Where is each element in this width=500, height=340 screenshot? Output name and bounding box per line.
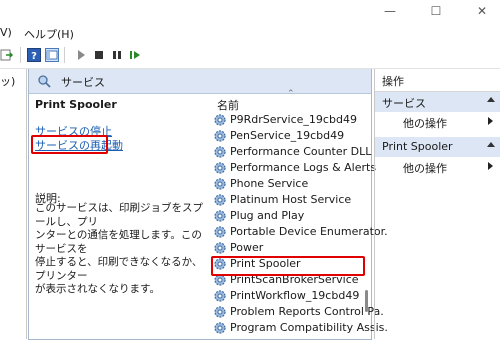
service-row[interactable]: PenService_19cbd49: [211, 128, 371, 144]
search-gear-icon: [38, 75, 51, 88]
actions-section-label: サービス: [382, 97, 426, 110]
service-gear-icon: [213, 289, 227, 303]
more-actions-label: 他の操作: [403, 162, 447, 175]
services-pane: サービス Print Spooler サービスの停止 サービスの再起動 説明: …: [28, 69, 388, 340]
toolbar-separator: [20, 47, 21, 63]
service-row[interactable]: Problem Reports Control Pa.: [211, 304, 384, 320]
print-spooler-highlight: [211, 256, 365, 276]
maximize-icon[interactable]: ☐: [426, 3, 446, 19]
service-name: Plug and Play: [230, 209, 305, 222]
description-line: このサービスは、印刷ジョブをスプールし、プリ: [35, 202, 203, 228]
service-gear-icon: [213, 129, 227, 143]
menu-view[interactable]: V): [0, 26, 12, 39]
toolbar: ?: [0, 42, 500, 69]
service-name: P9RdrService_19cbd49: [230, 113, 357, 126]
service-name: Problem Reports Control Pa.: [230, 305, 384, 318]
column-header-label: 名前: [217, 99, 239, 112]
service-gear-icon: [213, 209, 227, 223]
collapse-icon[interactable]: [487, 97, 495, 102]
selected-service-name: Print Spooler: [35, 98, 117, 111]
services-header-title: サービス: [61, 76, 105, 89]
service-row[interactable]: Program Compatibility Assis.: [211, 320, 388, 336]
svg-text:?: ?: [31, 51, 37, 62]
scrollbar-thumb[interactable]: [365, 290, 368, 312]
sort-ascending-icon: ⌃: [287, 89, 295, 99]
description-line: 停止すると、印刷できなくなるか、プリンター: [35, 256, 203, 282]
pause-service-icon[interactable]: [110, 48, 124, 62]
service-detail-panel: Print Spooler サービスの停止 サービスの再起動 説明: このサービ…: [29, 94, 209, 339]
column-header-name[interactable]: ⌃ 名前: [211, 89, 371, 112]
start-service-icon[interactable]: [74, 48, 88, 62]
service-gear-icon: [213, 145, 227, 159]
actions-section-label: Print Spooler: [382, 140, 453, 153]
stop-service-icon[interactable]: [92, 48, 106, 62]
service-row[interactable]: Power: [211, 240, 371, 256]
actions-pane: 操作 サービス 他の操作 Print Spooler 他の操作: [374, 69, 500, 339]
submenu-arrow-icon: [488, 117, 493, 125]
service-row[interactable]: Phone Service: [211, 176, 371, 192]
service-row[interactable]: P9RdrService_19cbd49: [211, 112, 371, 128]
console-tree-item[interactable]: ッ): [0, 73, 15, 89]
restart-service-icon[interactable]: [128, 48, 142, 62]
toolbar-separator: [64, 47, 65, 63]
actions-section-print-spooler[interactable]: Print Spooler: [375, 137, 500, 157]
service-list: ⌃ 名前 P9RdrService_19cbd49 PenService_19cb…: [211, 89, 388, 339]
service-name: PenService_19cbd49: [230, 129, 345, 142]
show-console-tree-icon[interactable]: [45, 48, 59, 62]
close-icon[interactable]: ✕: [472, 3, 492, 19]
service-name: Platinum Host Service: [230, 193, 352, 206]
actions-title-label: 操作: [382, 75, 404, 88]
actions-section-services[interactable]: サービス: [375, 92, 500, 112]
service-row[interactable]: Portable Device Enumerator.: [211, 224, 388, 240]
service-gear-icon: [213, 177, 227, 191]
help-icon[interactable]: ?: [27, 48, 41, 62]
submenu-arrow-icon: [488, 162, 493, 170]
service-gear-icon: [213, 305, 227, 319]
more-actions-item[interactable]: 他の操作: [375, 112, 500, 132]
service-name: Performance Logs & Alerts: [230, 161, 377, 174]
console-tree: ッ): [0, 69, 27, 339]
more-actions-item[interactable]: 他の操作: [375, 157, 500, 177]
service-name: Power: [230, 241, 264, 254]
restart-link-highlight: [31, 135, 108, 154]
export-list-icon[interactable]: [0, 48, 14, 62]
actions-title: 操作: [375, 69, 500, 92]
title-bar: — ☐ ✕: [0, 0, 500, 24]
service-row[interactable]: Performance Counter DLL H.: [211, 144, 386, 160]
service-gear-icon: [213, 225, 227, 239]
service-name: Phone Service: [230, 177, 309, 190]
service-gear-icon: [213, 321, 227, 335]
service-gear-icon: [213, 241, 227, 255]
service-name: PrintWorkflow_19cbd49: [230, 289, 360, 302]
menu-bar: V) ヘルプ(H): [0, 24, 500, 42]
service-description: このサービスは、印刷ジョブをスプールし、プリ ンターとの通信を処理します。このサ…: [35, 202, 207, 297]
services-header: サービス: [29, 69, 371, 94]
service-row[interactable]: Platinum Host Service: [211, 192, 371, 208]
service-list-scrollbar[interactable]: [362, 94, 371, 339]
service-row[interactable]: PrintWorkflow_19cbd49: [211, 288, 371, 304]
more-actions-label: 他の操作: [403, 117, 447, 130]
collapse-icon[interactable]: [487, 142, 495, 147]
service-gear-icon: [213, 161, 227, 175]
service-row[interactable]: Plug and Play: [211, 208, 371, 224]
service-row[interactable]: Performance Logs & Alerts: [211, 160, 376, 176]
description-line: が表示されなくなります。: [35, 283, 160, 295]
service-gear-icon: [213, 193, 227, 207]
service-gear-icon: [213, 113, 227, 127]
minimize-icon[interactable]: —: [380, 3, 400, 19]
menu-help[interactable]: ヘルプ(H): [24, 26, 74, 42]
description-line: ンターとの通信を処理します。このサービスを: [35, 229, 202, 255]
